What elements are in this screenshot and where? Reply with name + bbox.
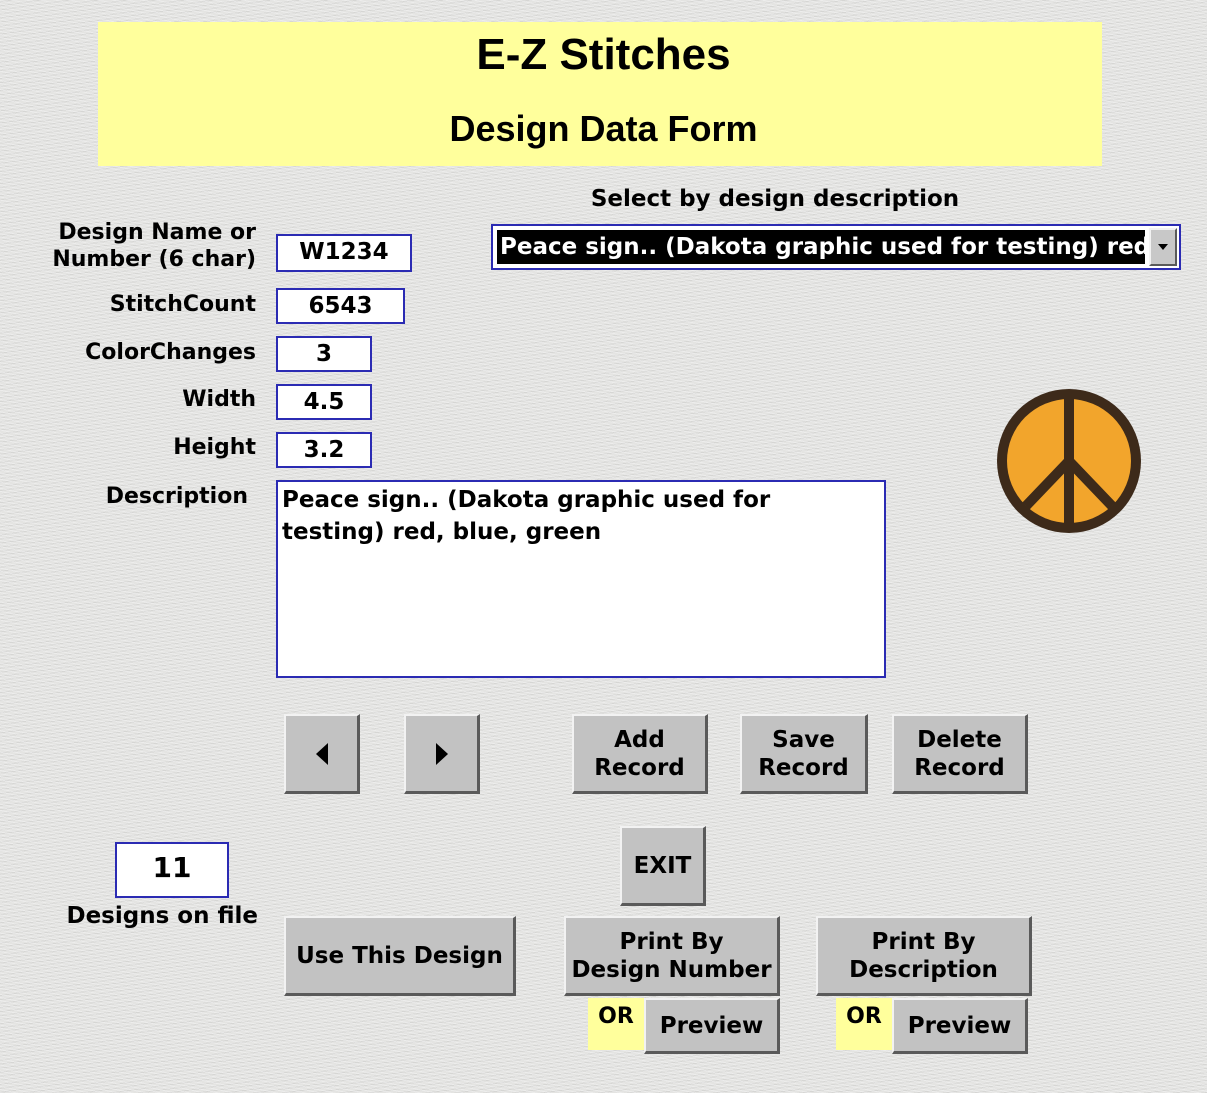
width-label: Width [182,387,256,412]
triangle-right-icon [435,742,448,765]
add-record-label-line1: Add [614,726,665,753]
width-field[interactable]: 4.5 [276,384,372,420]
design-name-label-line1: Design Name or [58,220,256,245]
add-record-label-line2: Record [594,754,685,781]
description-field[interactable]: Peace sign.. (Dakota graphic used for te… [276,480,886,678]
exit-button[interactable]: EXIT [620,826,706,906]
print-by-number-label-line1: Print By [619,928,724,955]
peace-sign-icon [997,389,1141,533]
color-changes-label: ColorChanges [85,340,256,365]
description-label: Description [105,484,248,509]
print-by-number-label-line2: Design Number [571,956,772,983]
delete-record-button[interactable]: Delete Record [892,714,1028,794]
form-title: Design Data Form [449,108,758,149]
save-record-button[interactable]: Save Record [740,714,868,794]
save-record-label-line2: Record [758,754,849,781]
delete-record-label-line2: Record [914,754,1005,781]
save-record-label-line1: Save [772,726,835,753]
color-changes-field[interactable]: 3 [276,336,372,372]
chevron-down-icon [1158,244,1168,250]
height-field[interactable]: 3.2 [276,432,372,468]
print-by-description-label-line2: Description [849,956,998,983]
height-label: Height [173,435,256,460]
combobox-selected-value: Peace sign.. (Dakota graphic used for te… [497,230,1145,264]
next-record-button[interactable] [404,714,480,794]
app-title: E-Z Stitches [476,30,731,79]
print-by-design-number-button[interactable]: Print By Design Number [564,916,780,996]
stitch-count-field[interactable]: 6543 [276,288,405,324]
designs-on-file-label: Designs on file [66,903,258,929]
or-label-description: OR [836,998,892,1050]
design-name-label-line2: Number (6 char) [52,247,256,272]
design-name-field[interactable]: W1234 [276,234,412,272]
print-by-description-button[interactable]: Print By Description [816,916,1032,996]
designs-count-field: 11 [115,842,229,898]
dropdown-arrow-button[interactable] [1149,228,1177,266]
add-record-button[interactable]: Add Record [572,714,708,794]
preview-by-description-button[interactable]: Preview [892,998,1028,1054]
delete-record-label-line1: Delete [917,726,1002,753]
preview-by-number-button[interactable]: Preview [644,998,780,1054]
selector-label: Select by design description [590,186,960,212]
or-label-number: OR [588,998,644,1050]
triangle-left-icon [315,742,328,765]
print-by-description-label-line1: Print By [871,928,976,955]
design-description-combobox[interactable]: Peace sign.. (Dakota graphic used for te… [491,224,1181,270]
use-this-design-button[interactable]: Use This Design [284,916,516,996]
stitch-count-label: StitchCount [109,292,256,317]
previous-record-button[interactable] [284,714,360,794]
